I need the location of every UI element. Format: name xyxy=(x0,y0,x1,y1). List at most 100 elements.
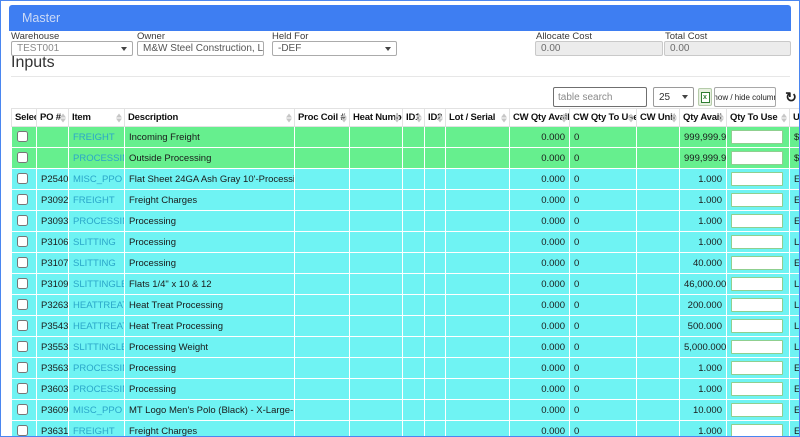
uom-cell: $ xyxy=(790,148,800,169)
qty-to-use-input[interactable] xyxy=(731,256,783,270)
cw_unit-cell xyxy=(637,148,680,169)
col-header-po[interactable]: PO # xyxy=(37,109,69,127)
table-row: FREIGHTIncoming Freight0.0000999,999.990… xyxy=(12,127,800,148)
qty-to-use-input[interactable] xyxy=(731,319,783,333)
row-select-checkbox[interactable] xyxy=(17,194,28,205)
col-header-proc_coil[interactable]: Proc Coil # xyxy=(295,109,350,127)
id1-cell xyxy=(403,337,425,358)
row-select-checkbox[interactable] xyxy=(17,341,28,352)
show-hide-columns-button[interactable]: Show / hide columns xyxy=(714,87,776,107)
uom-value: E xyxy=(794,216,800,227)
row-select-checkbox[interactable] xyxy=(17,362,28,373)
item-value[interactable]: PROCESSING xyxy=(73,384,125,395)
qty-to-use-input[interactable] xyxy=(731,235,783,249)
item-value[interactable]: PROCESSING xyxy=(73,153,125,164)
qty-to-use-input[interactable] xyxy=(731,340,783,354)
row-select-checkbox[interactable] xyxy=(17,236,28,247)
item-value[interactable]: FREIGHT xyxy=(73,426,115,437)
col-header-uom[interactable]: U xyxy=(790,109,800,127)
row-select-checkbox[interactable] xyxy=(17,320,28,331)
row-select-checkbox[interactable] xyxy=(17,299,28,310)
sort-icon[interactable] xyxy=(718,113,724,122)
id1-cell xyxy=(403,169,425,190)
qty-to-use-input[interactable] xyxy=(731,361,783,375)
item-value[interactable]: PROCESSING xyxy=(73,363,125,374)
col-header-id2[interactable]: ID2 xyxy=(425,109,446,127)
sort-icon[interactable] xyxy=(60,113,66,122)
row-select-checkbox[interactable] xyxy=(17,152,28,163)
sort-icon[interactable] xyxy=(437,113,443,122)
refresh-button[interactable]: ↻ xyxy=(782,87,800,107)
item-value[interactable]: SLITTING xyxy=(73,258,116,269)
row-select-checkbox[interactable] xyxy=(17,173,28,184)
held-for-value: -DEF xyxy=(278,43,301,54)
qty-to-use-input[interactable] xyxy=(731,382,783,396)
held-for-select[interactable]: -DEF xyxy=(272,41,397,56)
col-header-qty_to_use[interactable]: Qty To Use xyxy=(727,109,790,127)
qty-to-use-input[interactable] xyxy=(731,403,783,417)
description-cell: MT Logo Men's Polo (Black) - X-Large-Pro… xyxy=(125,400,295,421)
row-select-checkbox[interactable] xyxy=(17,383,28,394)
item-value[interactable]: FREIGHT xyxy=(73,132,115,143)
sort-icon[interactable] xyxy=(416,113,422,122)
cw_qty_to_use-value: 0 xyxy=(574,321,579,332)
col-header-lot_serial[interactable]: Lot / Serial xyxy=(446,109,510,127)
item-value[interactable]: HEATTREAT xyxy=(73,300,125,311)
excel-export-button[interactable]: x xyxy=(698,88,712,106)
cw_qty_to_use-value: 0 xyxy=(574,300,579,311)
sort-icon[interactable] xyxy=(501,113,507,122)
qty-to-use-input[interactable] xyxy=(731,172,783,186)
qty-to-use-input[interactable] xyxy=(731,277,783,291)
item-cell: FREIGHT xyxy=(69,421,125,437)
sort-icon[interactable] xyxy=(394,113,400,122)
item-value[interactable]: MISC_PPO xyxy=(73,405,122,416)
qty-to-use-input[interactable] xyxy=(731,151,783,165)
col-header-qty_avail[interactable]: Qty Avail xyxy=(680,109,727,127)
row-select-checkbox[interactable] xyxy=(17,425,28,436)
qty-to-use-input[interactable] xyxy=(731,193,783,207)
col-header-description[interactable]: Description xyxy=(125,109,295,127)
sort-icon[interactable] xyxy=(781,113,787,122)
page-size-select[interactable]: 25 xyxy=(653,87,694,107)
item-value[interactable]: SLITTING xyxy=(73,237,116,248)
allocate-cost-value: 0.00 xyxy=(541,43,560,54)
sort-icon[interactable] xyxy=(286,113,292,122)
owner-select[interactable]: M&W Steel Construction, LLC. xyxy=(137,41,264,56)
id2-cell xyxy=(425,232,446,253)
col-header-id1[interactable]: ID1 xyxy=(403,109,425,127)
qty-to-use-input[interactable] xyxy=(731,214,783,228)
col-header-heat_number[interactable]: Heat Number xyxy=(350,109,403,127)
col-header-cw_qty_avail[interactable]: CW Qty Avail xyxy=(510,109,570,127)
col-header-item[interactable]: Item xyxy=(69,109,125,127)
row-select-checkbox[interactable] xyxy=(17,278,28,289)
lot_serial-cell xyxy=(446,358,510,379)
excel-export-icon: x xyxy=(701,92,710,103)
qty-to-use-input[interactable] xyxy=(731,424,783,437)
cw_qty_to_use-cell: 0 xyxy=(570,232,637,253)
item-value[interactable]: PROCESSING xyxy=(73,216,125,227)
qty-to-use-input[interactable] xyxy=(731,298,783,312)
item-value[interactable]: HEATTREAT xyxy=(73,321,125,332)
id1-cell xyxy=(403,274,425,295)
sort-icon[interactable] xyxy=(561,113,567,122)
row-select-checkbox[interactable] xyxy=(17,131,28,142)
col-header-cw_qty_to_use[interactable]: CW Qty To Use xyxy=(570,109,637,127)
sort-icon[interactable] xyxy=(628,113,634,122)
item-value[interactable]: SLITTINGLBS xyxy=(73,342,125,353)
cw_qty_avail-cell: 0.000 xyxy=(510,232,570,253)
item-cell: FREIGHT xyxy=(69,127,125,148)
qty-to-use-input[interactable] xyxy=(731,130,783,144)
table-search-input[interactable] xyxy=(553,87,647,107)
item-value[interactable]: SLITTINGLBS xyxy=(73,279,125,290)
row-select-checkbox[interactable] xyxy=(17,404,28,415)
row-select-checkbox[interactable] xyxy=(17,215,28,226)
row-select-checkbox[interactable] xyxy=(17,257,28,268)
sort-icon[interactable] xyxy=(671,113,677,122)
sort-icon[interactable] xyxy=(116,113,122,122)
item-value[interactable]: FREIGHT xyxy=(73,195,115,206)
item-value[interactable]: MISC_PPO xyxy=(73,174,122,185)
cw_qty_avail-cell: 0.000 xyxy=(510,190,570,211)
col-header-cw_unit[interactable]: CW Unit xyxy=(637,109,680,127)
id2-cell xyxy=(425,379,446,400)
sort-icon[interactable] xyxy=(341,113,347,122)
